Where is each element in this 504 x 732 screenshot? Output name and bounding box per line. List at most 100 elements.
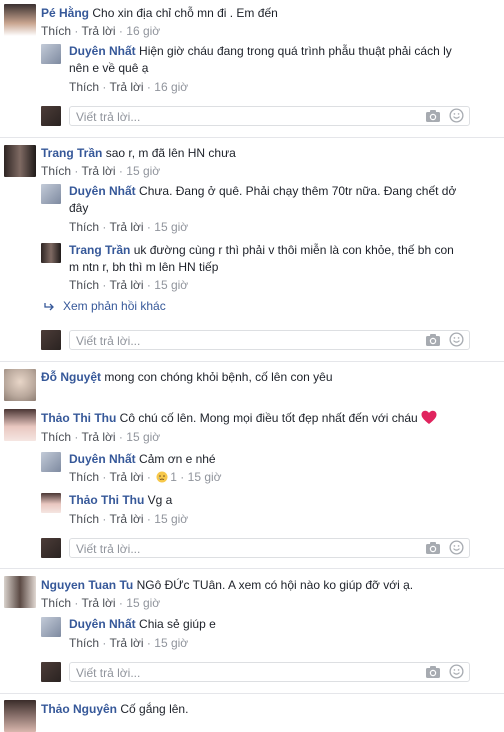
smiley-icon[interactable] bbox=[449, 108, 464, 123]
replier-name[interactable]: Duyên Nhất bbox=[69, 617, 136, 631]
camera-icon[interactable] bbox=[425, 109, 441, 123]
reply-link[interactable]: Trả lời bbox=[109, 512, 143, 526]
reply-link[interactable]: Trả lời bbox=[109, 278, 143, 292]
reply-link[interactable]: Trả lời bbox=[81, 596, 115, 610]
like-link[interactable]: Thích bbox=[69, 80, 99, 94]
avatar-duyen-nhat[interactable] bbox=[41, 617, 61, 637]
separator bbox=[0, 137, 504, 138]
like-link[interactable]: Thích bbox=[69, 220, 99, 234]
reply-text: Duyên Nhất Hiện giờ cháu đang trong quá … bbox=[69, 44, 452, 58]
separator bbox=[0, 361, 504, 362]
reply-input[interactable]: Viết trả lời... bbox=[69, 538, 470, 558]
like-link[interactable]: Thích bbox=[41, 596, 71, 610]
reply-link[interactable]: Trả lời bbox=[81, 430, 115, 444]
separator bbox=[0, 693, 504, 694]
separator bbox=[0, 568, 504, 569]
comment-actions: Thích · Trả lời · 16 giờ bbox=[41, 24, 161, 38]
comment-body: mong con chóng khỏi bệnh, cố lên con yêu bbox=[104, 370, 333, 384]
timestamp[interactable]: 16 giờ bbox=[154, 80, 188, 94]
reply-text: Duyên Nhất Chia sẻ giúp e bbox=[69, 617, 216, 631]
avatar-nguyen-tuan-tu[interactable] bbox=[4, 576, 36, 608]
comment-body: Cô chú cố lên. Mong mọi điều tốt đẹp nhấ… bbox=[119, 411, 418, 425]
crying-emoji-icon[interactable] bbox=[156, 471, 168, 483]
reply-input[interactable]: Viết trả lời... bbox=[69, 330, 470, 350]
reply-link[interactable]: Trả lời bbox=[109, 220, 143, 234]
commenter-name[interactable]: Thảo Nguyên bbox=[41, 702, 117, 716]
timestamp[interactable]: 15 giờ bbox=[126, 430, 160, 444]
heart-icon bbox=[421, 410, 437, 424]
avatar-duyen-nhat[interactable] bbox=[41, 44, 61, 64]
my-avatar bbox=[41, 330, 61, 350]
reply-link[interactable]: Trả lời bbox=[109, 470, 143, 484]
camera-icon[interactable] bbox=[425, 333, 441, 347]
camera-icon[interactable] bbox=[425, 665, 441, 679]
reply-text: Thảo Thi Thu Vg a bbox=[69, 493, 173, 507]
like-link[interactable]: Thích bbox=[41, 164, 71, 178]
my-avatar bbox=[41, 106, 61, 126]
avatar-trang-tran[interactable] bbox=[4, 145, 36, 177]
avatar-pe-hang[interactable] bbox=[4, 4, 36, 36]
reply-actions: Thích · Trả lời · 15 giờ bbox=[69, 636, 189, 650]
comment-actions: Thích · Trả lời · 15 giờ bbox=[41, 164, 161, 178]
reaction-count[interactable]: 1 bbox=[170, 470, 177, 484]
commenter-name[interactable]: Trang Trần bbox=[41, 146, 102, 160]
reply-input[interactable]: Viết trả lời... bbox=[69, 662, 470, 682]
reply-text-continued: đây bbox=[69, 201, 89, 215]
timestamp[interactable]: 15 giờ bbox=[126, 596, 160, 610]
view-more-replies-link[interactable]: Xem phản hồi khác bbox=[63, 298, 166, 314]
replier-name[interactable]: Thảo Thi Thu bbox=[69, 493, 144, 507]
commenter-name[interactable]: Nguyen Tuan Tu bbox=[41, 578, 133, 592]
reply-text-continued: m ntn r, bh thì m lên HN tiếp bbox=[69, 260, 219, 274]
commenter-name[interactable]: Thảo Thi Thu bbox=[41, 411, 116, 425]
replier-name[interactable]: Trang Trần bbox=[69, 243, 130, 257]
comment-text: Trang Trần sao r, m đã lên HN chưa bbox=[41, 145, 236, 161]
timestamp[interactable]: 15 giờ bbox=[154, 220, 188, 234]
like-link[interactable]: Thích bbox=[69, 470, 99, 484]
reply-link[interactable]: Trả lời bbox=[109, 80, 143, 94]
comment-body: NGô ĐỨc TUân. A xem có hội nào ko giúp đ… bbox=[136, 578, 414, 592]
like-link[interactable]: Thích bbox=[41, 430, 71, 444]
reply-link[interactable]: Trả lời bbox=[81, 24, 115, 38]
comment-actions: Thích · Trả lời · 15 giờ bbox=[41, 596, 161, 610]
smiley-icon[interactable] bbox=[449, 540, 464, 555]
replier-name[interactable]: Duyên Nhất bbox=[69, 184, 136, 198]
comment-body: Cố gắng lên. bbox=[120, 702, 189, 716]
timestamp[interactable]: 15 giờ bbox=[126, 164, 160, 178]
avatar-thao-thi-thu[interactable] bbox=[41, 493, 61, 513]
smiley-icon[interactable] bbox=[449, 664, 464, 679]
replier-name[interactable]: Duyên Nhất bbox=[69, 44, 136, 58]
reply-actions: Thích · Trả lời · 15 giờ bbox=[69, 220, 189, 234]
reply-link[interactable]: Trả lời bbox=[81, 164, 115, 178]
avatar-do-nguyet[interactable] bbox=[4, 369, 36, 401]
my-avatar bbox=[41, 662, 61, 682]
like-link[interactable]: Thích bbox=[69, 278, 99, 292]
reply-link[interactable]: Trả lời bbox=[109, 636, 143, 650]
replier-name[interactable]: Duyên Nhất bbox=[69, 452, 136, 466]
timestamp[interactable]: 15 giờ bbox=[154, 512, 188, 526]
comment-body: sao r, m đã lên HN chưa bbox=[105, 146, 236, 160]
timestamp[interactable]: 15 giờ bbox=[154, 636, 188, 650]
timestamp[interactable]: 15 giờ bbox=[154, 278, 188, 292]
camera-icon[interactable] bbox=[425, 541, 441, 555]
comment-text: Pé Hằng Cho xin địa chỉ chỗ mn đi . Em đ… bbox=[41, 5, 278, 21]
avatar-trang-tran[interactable] bbox=[41, 243, 61, 263]
comment-text: Nguyen Tuan Tu NGô ĐỨc TUân. A xem có hộ… bbox=[41, 577, 413, 593]
avatar-duyen-nhat[interactable] bbox=[41, 452, 61, 472]
reply-actions: Thích · Trả lời · 16 giờ bbox=[69, 80, 189, 94]
like-link[interactable]: Thích bbox=[69, 636, 99, 650]
reply-text-continued: nên e về quê ạ bbox=[69, 61, 149, 75]
reply-text: Trang Trần uk đường cùng r thì phải v th… bbox=[69, 243, 454, 257]
avatar-thao-thi-thu[interactable] bbox=[4, 409, 36, 441]
timestamp[interactable]: 15 giờ bbox=[188, 470, 222, 484]
avatar-duyen-nhat[interactable] bbox=[41, 184, 61, 204]
avatar-thao-nguyen[interactable] bbox=[4, 700, 36, 732]
my-avatar bbox=[41, 538, 61, 558]
reply-input[interactable]: Viết trả lời... bbox=[69, 106, 470, 126]
commenter-name[interactable]: Đỗ Nguyệt bbox=[41, 370, 101, 384]
timestamp[interactable]: 16 giờ bbox=[126, 24, 160, 38]
reply-arrow-icon bbox=[44, 303, 54, 311]
smiley-icon[interactable] bbox=[449, 332, 464, 347]
commenter-name[interactable]: Pé Hằng bbox=[41, 6, 89, 20]
like-link[interactable]: Thích bbox=[41, 24, 71, 38]
like-link[interactable]: Thích bbox=[69, 512, 99, 526]
